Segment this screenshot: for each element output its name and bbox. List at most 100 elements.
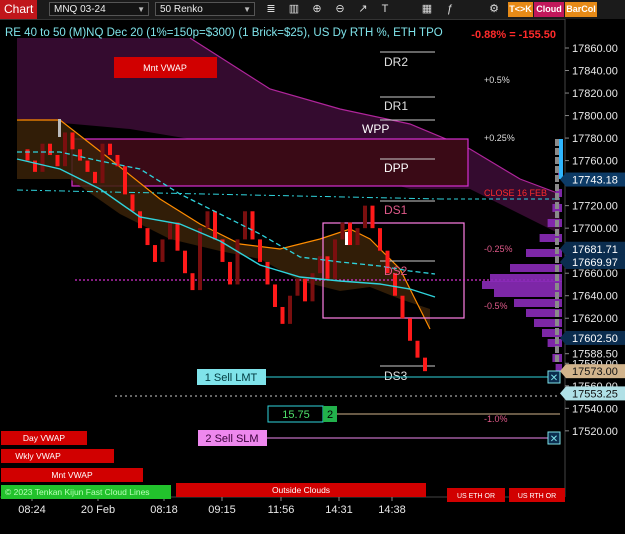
renko-brick: [340, 222, 345, 240]
level-ds3: DS3: [384, 369, 408, 383]
volume-profile-tail: [555, 256, 559, 263]
renko-brick: [93, 171, 97, 184]
chart-panel[interactable]: 17860.00 17840.00 17820.00 17800.00 17780.00…: [0, 19, 625, 534]
price-marker-label: 17553.25: [572, 388, 618, 400]
volume-profile-bar: [494, 289, 562, 297]
renko-brick: [415, 340, 420, 358]
time-tick-label: 09:15: [208, 504, 236, 516]
renko-brick: [303, 278, 307, 302]
renko-brick: [333, 239, 337, 279]
price-tick-label: 17720.00: [572, 201, 618, 213]
list-icon[interactable]: ≣: [264, 2, 278, 16]
volume-profile-tail: [555, 247, 559, 254]
volume-profile-bar: [514, 299, 562, 307]
renko-brick: [288, 295, 292, 324]
price-marker-label: 17681.71: [572, 244, 618, 256]
position-qty: 2: [327, 409, 333, 421]
text-tool-icon[interactable]: T: [378, 2, 392, 16]
renko-brick: [108, 143, 112, 155]
renko-brick: [378, 228, 382, 251]
instrument-selector[interactable]: MNQ 03-24 ▼: [49, 2, 149, 16]
volume-profile-tail: [555, 292, 559, 299]
pct-label: +0.25%: [484, 133, 515, 143]
price-change: -0.88% = -155.50: [471, 29, 556, 41]
wkly-vwap-label: Wkly VWAP: [15, 451, 61, 461]
highlight-brick: [58, 119, 61, 137]
volume-profile-tail: [555, 202, 559, 209]
renko-brick: [258, 239, 262, 262]
volume-profile-tail: [555, 148, 559, 155]
renko-brick: [130, 194, 135, 212]
price-tick-label: 17620.00: [572, 313, 618, 325]
renko-brick: [70, 132, 75, 150]
zoom-out-icon[interactable]: ⊖: [333, 2, 347, 16]
renko-brick: [325, 256, 330, 279]
us-eth-or-label: US ETH OR: [457, 493, 495, 500]
renko-brick: [228, 261, 232, 285]
price-marker-label: 17743.18: [572, 175, 618, 187]
volume-profile-tail: [555, 337, 559, 344]
tk-toggle-button[interactable]: T<>K: [508, 2, 533, 17]
indicators-icon[interactable]: ƒ: [443, 2, 457, 16]
renko-brick: [265, 261, 270, 285]
chart-header: RE 40 to 50 (M)NQ Dec 20 (1%=150p=$300) …: [5, 27, 443, 39]
price-tick-label: 17860.00: [572, 43, 618, 55]
renko-brick: [175, 222, 180, 251]
volume-profile-tail: [555, 211, 559, 218]
time-axis-ticks: 08:24 20 Feb 08:18 09:15 11:56 14:31 14:38: [18, 497, 406, 516]
barcol-toggle-button[interactable]: BarCol: [565, 2, 597, 17]
time-tick-label: 11:56: [268, 504, 295, 516]
renko-brick: [168, 222, 172, 240]
close-line: [16, 189, 441, 200]
cloud-toggle-button[interactable]: Cloud: [534, 2, 564, 17]
close-label: CLOSE 16 FEB: [484, 188, 547, 198]
volume-profile-tail: [555, 184, 559, 191]
bar-type-selector[interactable]: 50 Renko ▼: [155, 2, 255, 16]
line-tool-icon[interactable]: ↗: [356, 2, 370, 16]
volume-profile-tail: [555, 310, 559, 317]
volume-profile-tail: [555, 229, 559, 236]
sell-slm-label: 2 Sell SLM: [205, 433, 258, 445]
bars-icon[interactable]: ▥: [287, 2, 301, 16]
time-tick-label: 20 Feb: [81, 504, 115, 516]
price-tick-label: 17760.00: [572, 156, 618, 168]
renko-brick: [100, 143, 105, 184]
renko-brick: [63, 132, 67, 167]
position-pnl: 15.75: [282, 409, 310, 421]
volume-profile-tail: [555, 220, 559, 227]
renko-brick: [235, 239, 240, 285]
renko-brick: [85, 160, 90, 172]
volume-profile-tail: [555, 238, 559, 245]
price-tick-label: 17520.00: [572, 426, 618, 438]
close-icon: ✕: [550, 373, 558, 384]
pct-label: -0.5%: [484, 301, 508, 311]
renko-brick: [78, 149, 82, 161]
chart-properties-icon[interactable]: ▦: [420, 2, 434, 16]
renko-brick: [190, 273, 195, 291]
settings-icon[interactable]: ⚙: [487, 2, 501, 16]
volume-profile-tail: [555, 283, 559, 290]
renko-brick: [423, 357, 427, 372]
volume-profile-tail: [555, 346, 559, 353]
level-dr2: DR2: [384, 55, 408, 69]
volume-profile-tail: [555, 157, 559, 164]
renko-brick: [138, 211, 142, 229]
sell-lmt-label: 1 Sell LMT: [205, 372, 258, 384]
renko-brick: [160, 239, 165, 262]
volume-profile-tail: [555, 139, 559, 146]
price-marker-label: 17602.50: [572, 333, 618, 345]
outside-clouds-label: Outside Clouds: [272, 485, 330, 495]
volume-profile-bar: [547, 219, 562, 227]
price-marker-label: 17669.97: [572, 257, 618, 269]
zoom-in-icon[interactable]: ⊕: [310, 2, 324, 16]
volume-profile-bar: [547, 339, 562, 347]
price-marker-label: 17573.00: [572, 366, 618, 378]
renko-brick: [355, 228, 360, 246]
volume-profile-bar: [482, 281, 562, 289]
volume-profile-tail: [555, 175, 559, 182]
renko-brick: [363, 205, 367, 229]
renko-brick: [145, 228, 150, 246]
bar-type-label: 50 Renko: [160, 4, 203, 15]
volume-profile-tail: [555, 274, 559, 281]
level-dr1: DR1: [384, 99, 408, 113]
